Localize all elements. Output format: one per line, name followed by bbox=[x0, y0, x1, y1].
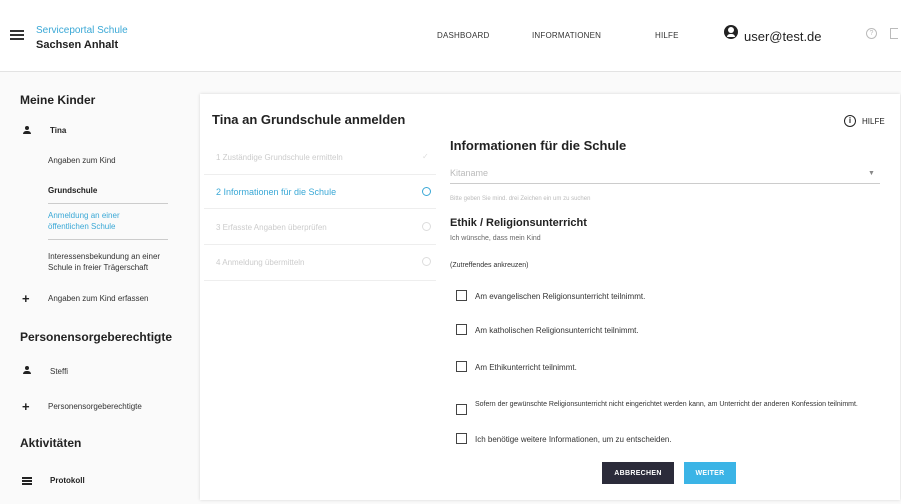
sidebar-item-anmeldung-line1: Anmeldung an einer bbox=[48, 211, 120, 220]
menu-icon[interactable] bbox=[10, 30, 24, 40]
sidebar-item-angaben[interactable]: Angaben zum Kind bbox=[48, 156, 116, 165]
help-button[interactable]: HILFE bbox=[862, 117, 885, 126]
sidebar-item-grundschule[interactable]: Grundschule bbox=[48, 186, 97, 195]
step-circle-icon bbox=[422, 187, 431, 196]
child-person-icon bbox=[22, 126, 32, 136]
option-label: Sofern der gewünschte Religionsunterrich… bbox=[475, 401, 858, 408]
checkbox-andere-konfession[interactable] bbox=[456, 404, 467, 415]
dropdown-caret-icon[interactable]: ▼ bbox=[868, 170, 875, 177]
option-label: Ich benötige weitere Informationen, um z… bbox=[475, 435, 672, 444]
checkbox-ethik[interactable] bbox=[456, 361, 467, 372]
option-mehr-info: Ich benötige weitere Informationen, um z… bbox=[456, 433, 896, 447]
checkbox-mehr-info[interactable] bbox=[456, 433, 467, 444]
option-evangelisch: Am evangelischen Religionsunterricht tei… bbox=[456, 290, 896, 304]
user-email[interactable]: user@test.de bbox=[744, 29, 822, 44]
page-title: Tina an Grundschule anmelden bbox=[212, 112, 406, 127]
sidebar-item-anmeldung-line2: öffentlichen Schule bbox=[48, 222, 116, 231]
info-icon[interactable]: i bbox=[844, 115, 856, 127]
option-katholisch: Am katholischen Religionsunterricht teil… bbox=[456, 324, 896, 338]
kita-input[interactable] bbox=[450, 162, 880, 184]
option-andere-konfession: Sofern der gewünschte Religionsunterrich… bbox=[456, 398, 896, 422]
nav-dashboard[interactable]: DASHBOARD bbox=[437, 31, 489, 40]
option-label: Am katholischen Religionsunterricht teil… bbox=[475, 326, 639, 335]
sidebar-item-add-child[interactable]: Angaben zum Kind erfassen bbox=[48, 294, 149, 303]
sidebar-item-interesse[interactable]: Interessensbekundung an einer Schule in … bbox=[48, 252, 160, 272]
heading-meine-kinder: Meine Kinder bbox=[20, 93, 96, 107]
heading-personensorgeberechtigte: Personensorgeberechtigte bbox=[20, 330, 173, 344]
sidebar-divider bbox=[48, 203, 168, 204]
guardian-person-icon bbox=[22, 366, 32, 376]
list-icon bbox=[22, 477, 32, 485]
help-circle-icon[interactable]: ? bbox=[866, 28, 877, 39]
next-button[interactable]: WEITER bbox=[684, 462, 736, 484]
step-3[interactable]: 3 Erfasste Angaben überprüfen bbox=[216, 223, 327, 232]
heading-aktivitaeten: Aktivitäten bbox=[20, 436, 82, 450]
sidebar-item-protokoll[interactable]: Protokoll bbox=[50, 476, 85, 485]
step-divider bbox=[204, 208, 436, 209]
wish-text: Ich wünsche, dass mein Kind bbox=[450, 235, 541, 242]
checkbox-katholisch[interactable] bbox=[456, 324, 467, 335]
brand-region[interactable]: Sachsen Anhalt bbox=[36, 39, 118, 51]
step-divider bbox=[204, 174, 436, 175]
checkmark-icon: ✓ bbox=[422, 152, 429, 161]
plus-icon[interactable]: + bbox=[22, 400, 30, 413]
sidebar-item-add-guardian[interactable]: Personensorgeberechtigte bbox=[48, 402, 142, 411]
step-divider bbox=[204, 280, 436, 281]
instruction-text: (Zutreffendes ankreuzen) bbox=[450, 262, 529, 269]
sidebar-item-guardian[interactable]: Steffi bbox=[50, 367, 68, 376]
nav-informationen[interactable]: INFORMATIONEN bbox=[532, 31, 601, 40]
plus-icon[interactable]: + bbox=[22, 292, 30, 305]
sidebar-item-child[interactable]: Tina bbox=[50, 126, 66, 135]
registration-card: Tina an Grundschule anmelden i HILFE 1 Z… bbox=[200, 94, 900, 500]
user-icon[interactable] bbox=[724, 25, 738, 39]
checkbox-evangelisch[interactable] bbox=[456, 290, 467, 301]
kita-hint: Bitte geben Sie mind. drei Zeichen ein u… bbox=[450, 196, 591, 202]
sidebar: Meine Kinder Tina Angaben zum Kind Grund… bbox=[0, 72, 195, 504]
sidebar-divider bbox=[48, 239, 168, 240]
step-circle-icon bbox=[422, 257, 431, 266]
option-ethik: Am Ethikunterricht teilnimmt. bbox=[456, 361, 896, 375]
step-1[interactable]: 1 Zuständige Grundschule ermitteln bbox=[216, 153, 343, 162]
section-title-info: Informationen für die Schule bbox=[450, 138, 627, 153]
option-label: Am Ethikunterricht teilnimmt. bbox=[475, 363, 577, 372]
sidebar-item-anmeldung[interactable]: Anmeldung an einer öffentlichen Schule bbox=[48, 211, 120, 231]
app-header: Serviceportal Schule Sachsen Anhalt DASH… bbox=[0, 0, 901, 72]
option-label: Am evangelischen Religionsunterricht tei… bbox=[475, 292, 646, 301]
brand-name[interactable]: Serviceportal Schule bbox=[36, 25, 128, 36]
cancel-button[interactable]: ABBRECHEN bbox=[602, 462, 674, 484]
step-4[interactable]: 4 Anmeldung übermitteln bbox=[216, 258, 305, 267]
sidebar-item-interesse-line2: Schule in freier Trägerschaft bbox=[48, 263, 149, 272]
logout-icon[interactable] bbox=[890, 28, 898, 39]
nav-hilfe[interactable]: HILFE bbox=[655, 31, 679, 40]
section-title-ethik: Ethik / Religionsunterricht bbox=[450, 217, 587, 229]
step-circle-icon bbox=[422, 222, 431, 231]
step-divider bbox=[204, 244, 436, 245]
step-2[interactable]: 2 Informationen für die Schule bbox=[216, 187, 336, 197]
sidebar-item-interesse-line1: Interessensbekundung an einer bbox=[48, 252, 161, 261]
